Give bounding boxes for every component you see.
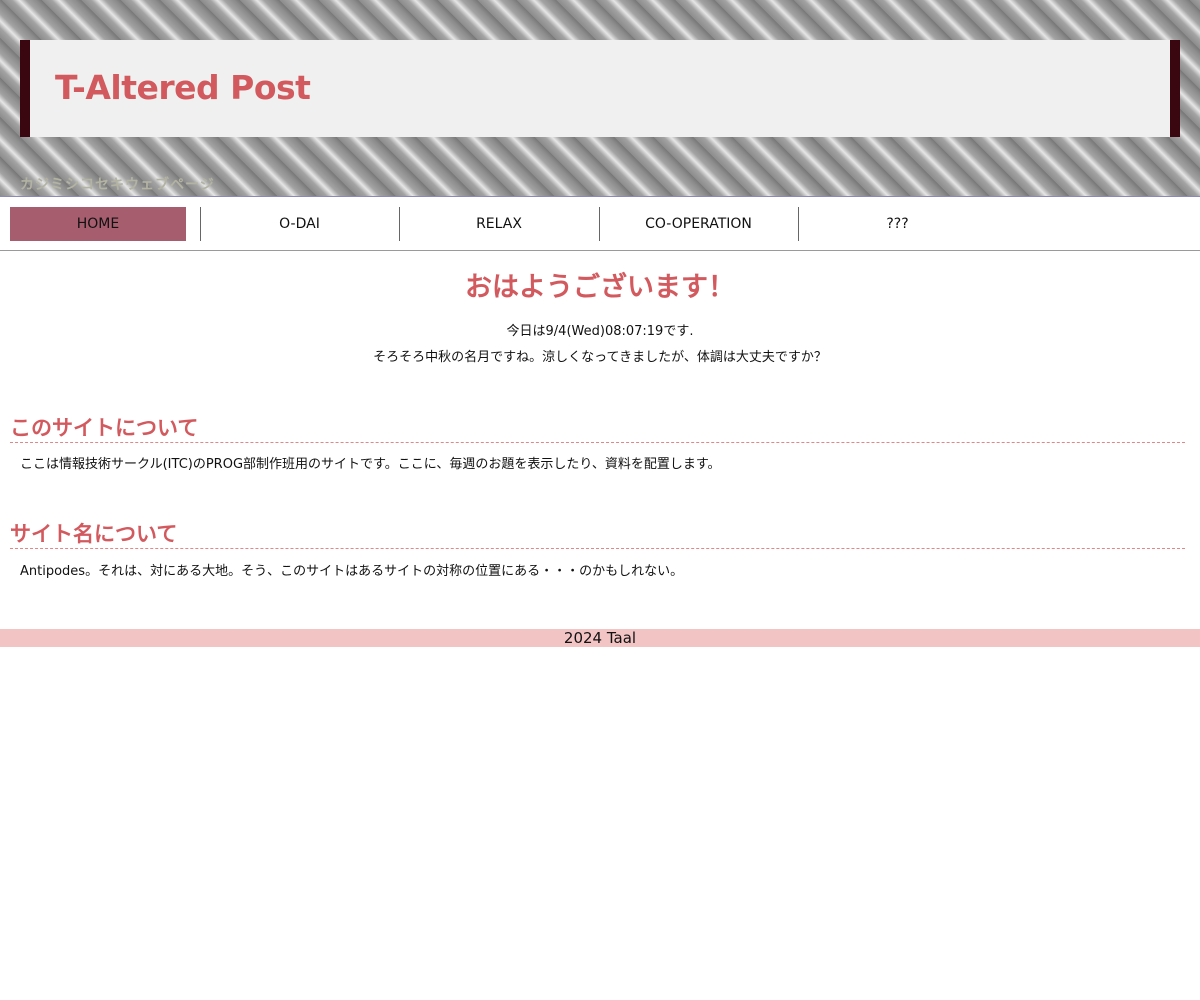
nav-item-home[interactable]: HOME: [10, 207, 186, 241]
greeting-heading: おはようございます！: [465, 272, 735, 303]
site-title[interactable]: T-Altered Post: [55, 68, 311, 108]
nav-item-secret[interactable]: ???: [798, 207, 997, 241]
section-text-site-name: Antipodes。それは、対にある大地。そう、このサイトはあるサイトの対称の位…: [20, 564, 684, 579]
footer: 2024 Taal: [0, 629, 1200, 647]
date-line: 今日は9/4(Wed)08:07:19です.: [506, 324, 694, 339]
section-text-about-site: ここは情報技術サークル(ITC)のPROG部制作班用のサイトです。ここに、毎週の…: [20, 457, 721, 472]
season-message: そろそろ中秋の名月ですね。涼しくなってきましたが、体調は大丈夫ですか？: [373, 350, 827, 365]
footer-copyright: 2024 Taal: [563, 629, 637, 647]
section-title-about-site: このサイトについて: [10, 414, 1185, 443]
site-subtitle: カジミシコセキウェブページ: [20, 177, 215, 193]
main-nav: HOME O-DAI RELAX CO-OPERATION ???: [0, 197, 1200, 251]
nav-item-co-operation[interactable]: CO-OPERATION: [599, 207, 798, 241]
section-title-site-name: サイト名について: [10, 520, 1185, 549]
nav-item-relax[interactable]: RELAX: [399, 207, 599, 241]
nav-item-o-dai[interactable]: O-DAI: [200, 207, 399, 241]
title-box: T-Altered Post: [20, 40, 1180, 137]
